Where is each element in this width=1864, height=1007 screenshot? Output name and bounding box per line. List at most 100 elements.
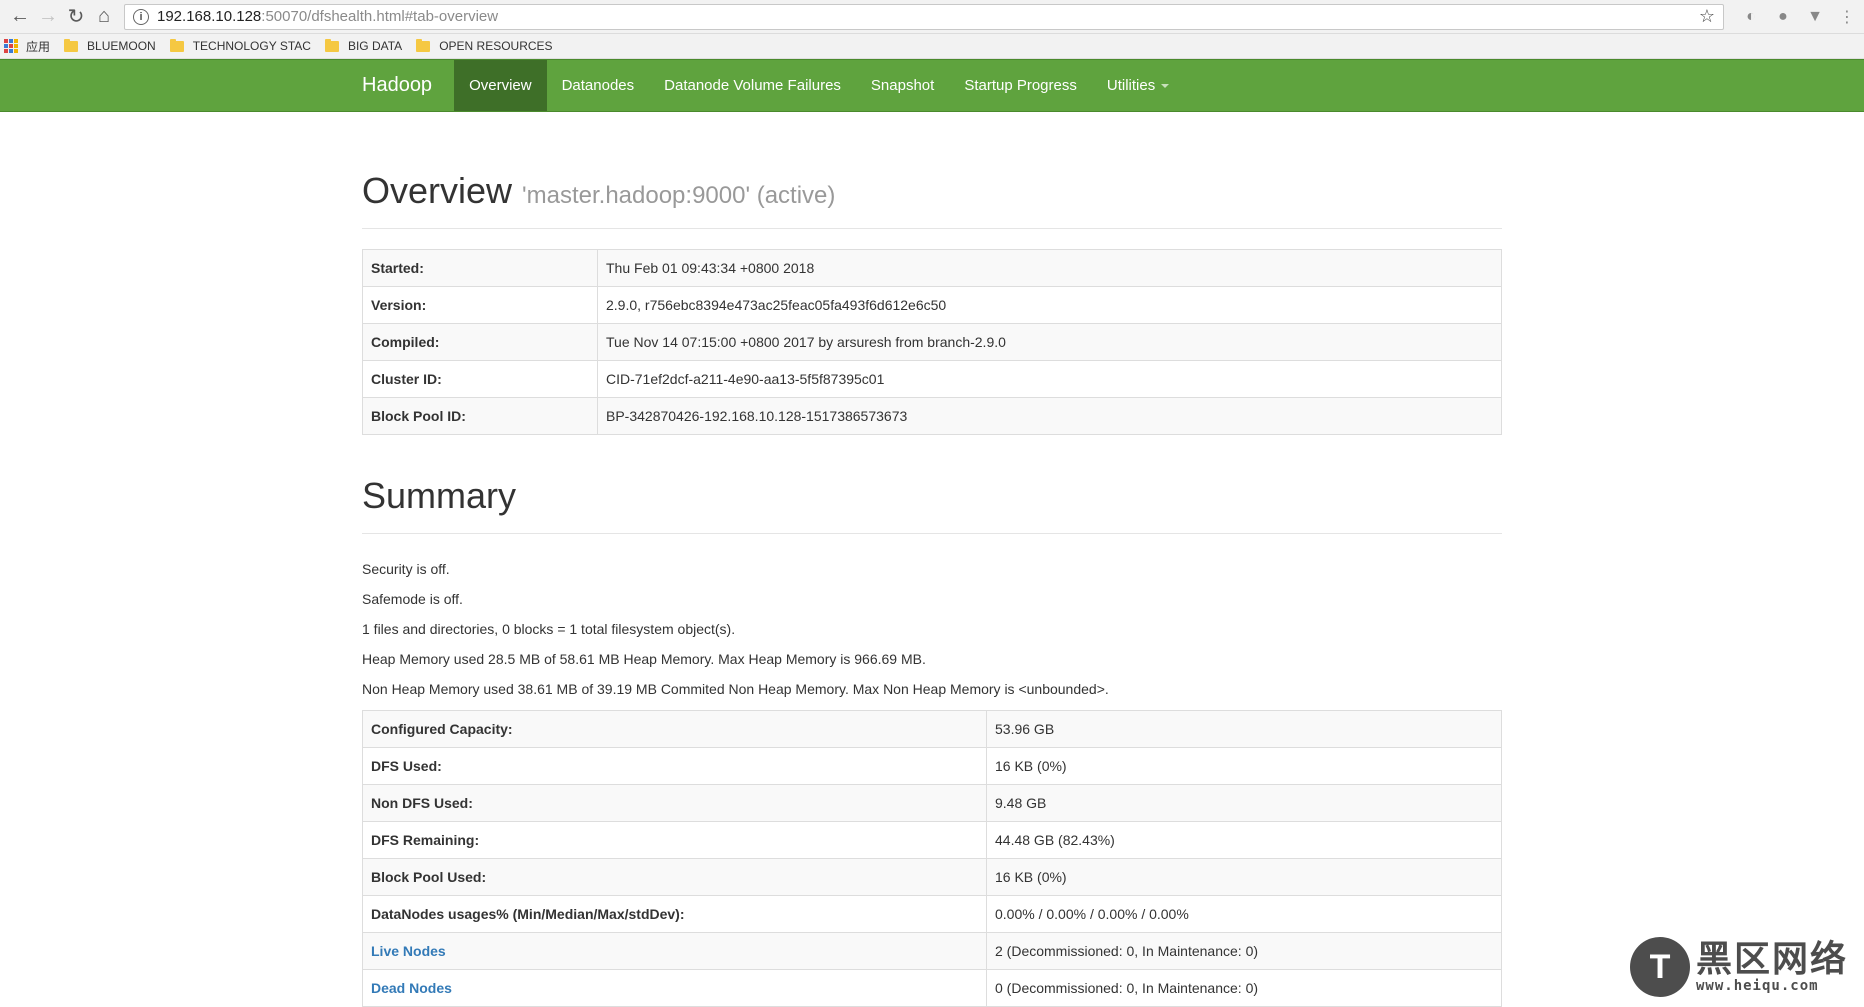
row-value: 2.9.0, r756ebc8394e473ac25feac05fa493f6d… [597, 286, 1502, 324]
table-row: Block Pool Used: 16 KB (0%) [362, 858, 1502, 896]
bookmark-label: OPEN RESOURCES [439, 39, 553, 53]
row-value: 0.00% / 0.00% / 0.00% / 0.00% [986, 895, 1502, 933]
row-key: DataNodes usages% (Min/Median/Max/stdDev… [362, 895, 987, 933]
table-row: DataNodes usages% (Min/Median/Max/stdDev… [362, 895, 1502, 933]
tab-datanode-volume-failures[interactable]: Datanode Volume Failures [649, 60, 856, 111]
table-row: Compiled: Tue Nov 14 07:15:00 +0800 2017 … [362, 323, 1502, 361]
main-content: Overview 'master.hadoop:9000' (active) S… [362, 170, 1502, 1007]
summary-line: Security is off. [362, 561, 450, 577]
table-row: Live Nodes 2 (Decommissioned: 0, In Maint… [362, 932, 1502, 970]
reload-icon[interactable]: ↻ [62, 3, 90, 31]
row-value: BP-342870426-192.168.10.128-151738657367… [597, 397, 1502, 435]
row-key: Version: [362, 286, 598, 324]
apps-grid-icon [4, 39, 18, 53]
table-row: Dead Nodes 0 (Decommissioned: 0, In Maint… [362, 969, 1502, 1007]
row-key: Block Pool ID: [362, 397, 598, 435]
row-key: Block Pool Used: [362, 858, 987, 896]
tab-overview[interactable]: Overview [454, 60, 547, 111]
row-key: DFS Remaining: [362, 821, 987, 859]
watermark-text: 黑区网络 www.heiqu.com [1695, 938, 1848, 995]
home-icon[interactable]: ⌂ [90, 3, 118, 31]
bookmark-big-data[interactable]: BIG DATA [324, 38, 403, 53]
row-value: 44.48 GB (82.43%) [986, 821, 1502, 859]
row-key: Live Nodes [362, 932, 987, 970]
page-title: Overview 'master.hadoop:9000' (active) [362, 170, 1502, 212]
summary-line: Safemode is off. [362, 591, 463, 607]
folder-icon [324, 38, 339, 52]
row-key: Dead Nodes [362, 969, 987, 1007]
watermark-url: www.heiqu.com [1695, 978, 1819, 994]
tab-utilities-label: Utilities [1106, 77, 1156, 94]
row-key: Non DFS Used: [362, 784, 987, 822]
overview-title: Overview [362, 170, 513, 211]
row-key: DFS Used: [362, 747, 987, 785]
summary-text: Security is off. Safemode is off. 1 file… [362, 554, 1502, 704]
browser-toolbar: ← → ↻ ⌂ i 192.168.10.128:50070/dfshealth… [0, 0, 1864, 34]
table-row: Version: 2.9.0, r756ebc8394e473ac25feac05… [362, 286, 1502, 324]
bookmark-label: BLUEMOON [87, 39, 156, 53]
table-row: DFS Remaining: 44.48 GB (82.43%) [362, 821, 1502, 859]
folder-icon [64, 38, 79, 52]
extension-circle-icon[interactable]: ● [1772, 6, 1794, 28]
bookmark-open-resources[interactable]: OPEN RESOURCES [416, 38, 553, 53]
url-host: 192.168.10.128 [157, 8, 262, 25]
table-row: Non DFS Used: 9.48 GB [362, 784, 1502, 822]
row-value: 2 (Decommissioned: 0, In Maintenance: 0) [986, 932, 1502, 970]
row-value: 16 KB (0%) [986, 747, 1502, 785]
summary-table: Configured Capacity: 53.96 GB DFS Used: 16… [362, 710, 1502, 1007]
chevron-down-icon [1161, 83, 1170, 88]
bookmark-label: TECHNOLOGY STAC [192, 39, 311, 53]
table-row: DFS Used: 16 KB (0%) [362, 747, 1502, 785]
summary-line: Non Heap Memory used 38.61 MB of 39.19 M… [362, 681, 1109, 697]
bookmark-apps[interactable]: 应用 [4, 38, 50, 55]
table-row: Block Pool ID: BP-342870426-192.168.10.12… [362, 397, 1502, 435]
address-bar[interactable]: i 192.168.10.128:50070/dfshealth.html#ta… [124, 3, 1724, 30]
table-row: Started: Thu Feb 01 09:43:34 +0800 2018 [362, 249, 1502, 287]
row-value: Thu Feb 01 09:43:34 +0800 2018 [597, 249, 1502, 287]
bookmark-bluemoon[interactable]: BLUEMOON [64, 38, 156, 53]
row-value: 9.48 GB [986, 784, 1502, 822]
row-key: Cluster ID: [362, 360, 598, 398]
bookmark-technology-stack[interactable]: TECHNOLOGY STAC [169, 38, 311, 53]
table-row: Cluster ID: CID-71ef2dcf-a211-4e90-aa13-5… [362, 360, 1502, 398]
extension-filter-icon[interactable]: ▼ [1804, 6, 1826, 28]
tab-snapshot[interactable]: Snapshot [856, 60, 949, 111]
forward-arrow-icon[interactable]: → [34, 3, 62, 31]
tab-datanodes[interactable]: Datanodes [547, 60, 650, 111]
overview-table: Started: Thu Feb 01 09:43:34 +0800 2018 V… [362, 249, 1502, 435]
overview-header: Overview 'master.hadoop:9000' (active) [362, 170, 1502, 229]
back-arrow-icon[interactable]: ← [6, 3, 34, 31]
bookmarks-bar: 应用 BLUEMOON TECHNOLOGY STAC BIG DATA OPE… [0, 34, 1864, 59]
bookmark-label: 应用 [26, 39, 51, 54]
overview-subtitle: 'master.hadoop:9000' (active) [522, 182, 836, 209]
row-key: Configured Capacity: [362, 710, 987, 748]
folder-icon [169, 38, 184, 52]
summary-header: Summary [362, 475, 1502, 534]
summary-line: 1 files and directories, 0 blocks = 1 to… [362, 621, 736, 637]
row-value: 53.96 GB [986, 710, 1502, 748]
site-watermark: T 黑区网络 www.heiqu.com [1629, 937, 1848, 997]
dead-nodes-link[interactable]: Dead Nodes [371, 980, 452, 996]
row-value: 16 KB (0%) [986, 858, 1502, 896]
hadoop-navbar: Hadoop Overview Datanodes Datanode Volum… [0, 59, 1864, 112]
row-value: 0 (Decommissioned: 0, In Maintenance: 0) [986, 969, 1502, 1007]
summary-line: Heap Memory used 28.5 MB of 58.61 MB Hea… [362, 651, 926, 667]
row-value: CID-71ef2dcf-a211-4e90-aa13-5f5f87395c01 [597, 360, 1502, 398]
row-value: Tue Nov 14 07:15:00 +0800 2017 by arsure… [597, 323, 1502, 361]
info-icon[interactable]: i [133, 8, 149, 25]
row-key: Started: [362, 249, 598, 287]
watermark-title: 黑区网络 [1695, 938, 1848, 979]
tab-startup-progress[interactable]: Startup Progress [949, 60, 1092, 111]
bookmark-star-icon[interactable]: ☆ [1699, 6, 1715, 27]
brand-logo[interactable]: Hadoop [362, 60, 454, 111]
folder-icon [416, 38, 431, 52]
live-nodes-link[interactable]: Live Nodes [371, 943, 446, 959]
watermark-logo-icon: T [1629, 937, 1690, 997]
extension-globe-icon[interactable]: ◐ [1740, 6, 1762, 28]
bookmark-label: BIG DATA [347, 39, 403, 53]
menu-icon[interactable]: ⋮ [1836, 6, 1858, 28]
url-path: :50070/dfshealth.html#tab-overview [261, 8, 499, 25]
tab-utilities[interactable]: Utilities [1092, 60, 1184, 111]
summary-title: Summary [362, 475, 517, 516]
table-row: Configured Capacity: 53.96 GB [362, 710, 1502, 748]
